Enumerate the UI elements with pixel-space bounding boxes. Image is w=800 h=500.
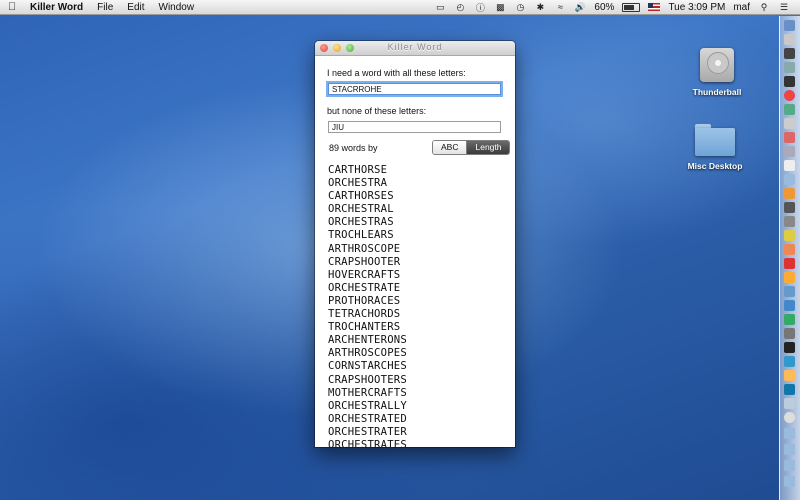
dock-app-icon[interactable] <box>784 444 795 455</box>
list-item[interactable]: HOVERCRAFTS <box>328 269 515 282</box>
menu-edit[interactable]: Edit <box>127 2 144 13</box>
list-item[interactable]: CORNSTARCHES <box>328 360 515 373</box>
list-item[interactable]: ARTHROSCOPE <box>328 243 515 256</box>
window-content: I need a word with all these letters: ST… <box>315 56 515 447</box>
list-item[interactable]: ORCHESTRAS <box>328 216 515 229</box>
wifi-icon[interactable]: ≈ <box>554 2 566 12</box>
input-source-flag-icon[interactable] <box>648 3 661 11</box>
hard-drive-icon <box>698 44 736 84</box>
list-item[interactable]: ORCHESTRA <box>328 177 515 190</box>
list-item[interactable]: CARTHORSES <box>328 190 515 203</box>
dock-app-icon[interactable] <box>784 272 795 283</box>
list-item[interactable]: ORCHESTRATES <box>328 439 515 447</box>
dock-app-icon[interactable] <box>784 342 795 353</box>
battery-percent[interactable]: 60% <box>594 2 614 13</box>
airplay-icon[interactable]: ▭ <box>434 2 446 12</box>
dock <box>779 16 800 500</box>
dock-app-icon[interactable] <box>784 202 795 213</box>
dock-app-icon[interactable] <box>784 258 795 269</box>
time-machine-icon[interactable]: ◴ <box>454 2 466 12</box>
dock-app-icon[interactable] <box>784 460 795 471</box>
dock-app-icon[interactable] <box>784 230 795 241</box>
dock-app-icon[interactable] <box>784 146 795 157</box>
dock-app-icon[interactable] <box>784 76 795 87</box>
apple-menu-icon[interactable]:  <box>8 1 20 13</box>
desktop-icon-label: Misc Desktop <box>687 161 743 171</box>
list-item[interactable]: PROTHORACES <box>328 295 515 308</box>
dock-app-icon[interactable] <box>784 356 795 367</box>
killer-word-window: Killer Word I need a word with all these… <box>315 41 515 447</box>
dock-app-icon[interactable] <box>784 476 795 487</box>
battery-icon[interactable] <box>622 2 641 12</box>
list-item[interactable]: ORCHESTRATE <box>328 282 515 295</box>
list-item[interactable]: CRAPSHOOTERS <box>328 374 515 387</box>
list-item[interactable]: ARTHROSCOPES <box>328 347 515 360</box>
dock-app-icon[interactable] <box>784 188 795 199</box>
bluetooth-icon[interactable]: ✱ <box>534 2 546 12</box>
include-letters-field[interactable]: STACRROHE <box>328 83 501 95</box>
exclude-letters-field[interactable]: JIU <box>328 121 501 133</box>
menubar-user[interactable]: maf <box>733 2 750 13</box>
dock-app-icon[interactable] <box>784 398 795 409</box>
dock-app-icon[interactable] <box>784 384 795 395</box>
desktop-icon-thunderball[interactable]: Thunderball <box>682 44 752 97</box>
folder-icon <box>692 122 738 158</box>
volume-icon[interactable]: 🔊 <box>574 2 586 12</box>
dock-app-icon[interactable] <box>784 286 795 297</box>
dock-app-icon[interactable] <box>784 104 795 115</box>
list-item[interactable]: ARCHENTERONS <box>328 334 515 347</box>
window-title: Killer Word <box>387 42 443 52</box>
dock-app-icon[interactable] <box>784 174 795 185</box>
list-item[interactable]: ORCHESTRATED <box>328 413 515 426</box>
sort-abc-button[interactable]: ABC <box>433 141 468 154</box>
dock-app-icon[interactable] <box>784 244 795 255</box>
list-item[interactable]: ORCHESTRAL <box>328 203 515 216</box>
sort-length-button[interactable]: Length <box>467 141 510 154</box>
dock-app-icon[interactable] <box>784 160 795 171</box>
word-list[interactable]: CARTHORSE ORCHESTRA CARTHORSES ORCHESTRA… <box>328 164 515 447</box>
dock-app-icon[interactable] <box>784 118 795 129</box>
dock-app-icon[interactable] <box>784 370 795 381</box>
status-menus: ▭ ◴ ⓘ ▩ ◷ ✱ ≈ 🔊 60% Tue 3:09 PM maf ⚲ ☰ <box>430 0 794 14</box>
list-item[interactable]: TROCHLEARS <box>328 229 515 242</box>
spotlight-search-icon[interactable]: ⚲ <box>758 2 770 12</box>
app-menu[interactable]: Killer Word <box>30 2 83 13</box>
desktop-icon-label: Thunderball <box>692 87 742 97</box>
dock-app-icon[interactable] <box>784 314 795 325</box>
list-item[interactable]: ORCHESTRATER <box>328 426 515 439</box>
dock-app-icon[interactable] <box>784 328 795 339</box>
dock-app-icon[interactable] <box>784 412 795 423</box>
list-item[interactable]: TETRACHORDS <box>328 308 515 321</box>
dock-app-icon[interactable] <box>784 132 795 143</box>
list-item[interactable]: ORCHESTRALLY <box>328 400 515 413</box>
list-item[interactable]: TROCHANTERS <box>328 321 515 334</box>
desktop-icon-misc-desktop[interactable]: Misc Desktop <box>680 122 750 171</box>
chrome-dock-icon[interactable] <box>784 90 795 101</box>
exclude-letters-label: but none of these letters: <box>327 106 427 116</box>
menu-bar:  Killer Word File Edit Window ▭ ◴ ⓘ ▩ ◷… <box>0 0 800 15</box>
menubar-clock[interactable]: Tue 3:09 PM <box>668 2 725 13</box>
list-item[interactable]: MOTHERCRAFTS <box>328 387 515 400</box>
list-item[interactable]: CARTHORSE <box>328 164 515 177</box>
monitor-icon[interactable]: ▩ <box>494 2 506 12</box>
clock-icon[interactable]: ◷ <box>514 2 526 12</box>
dock-app-icon[interactable] <box>784 34 795 45</box>
dock-app-icon[interactable] <box>784 428 795 439</box>
help-icon[interactable]: ⓘ <box>474 2 486 13</box>
sort-segmented-control: ABC Length <box>432 140 511 155</box>
window-titlebar[interactable]: Killer Word <box>315 41 515 56</box>
include-letters-label: I need a word with all these letters: <box>327 68 466 78</box>
finder-dock-icon[interactable] <box>784 20 795 31</box>
dock-app-icon[interactable] <box>784 300 795 311</box>
word-count-label: 89 words by <box>329 143 378 153</box>
menu-file[interactable]: File <box>97 2 113 13</box>
menu-window[interactable]: Window <box>159 2 195 13</box>
dock-app-icon[interactable] <box>784 216 795 227</box>
dock-app-icon[interactable] <box>784 48 795 59</box>
notification-list-icon[interactable]: ☰ <box>778 2 790 12</box>
dock-app-icon[interactable] <box>784 62 795 73</box>
list-item[interactable]: CRAPSHOOTER <box>328 256 515 269</box>
